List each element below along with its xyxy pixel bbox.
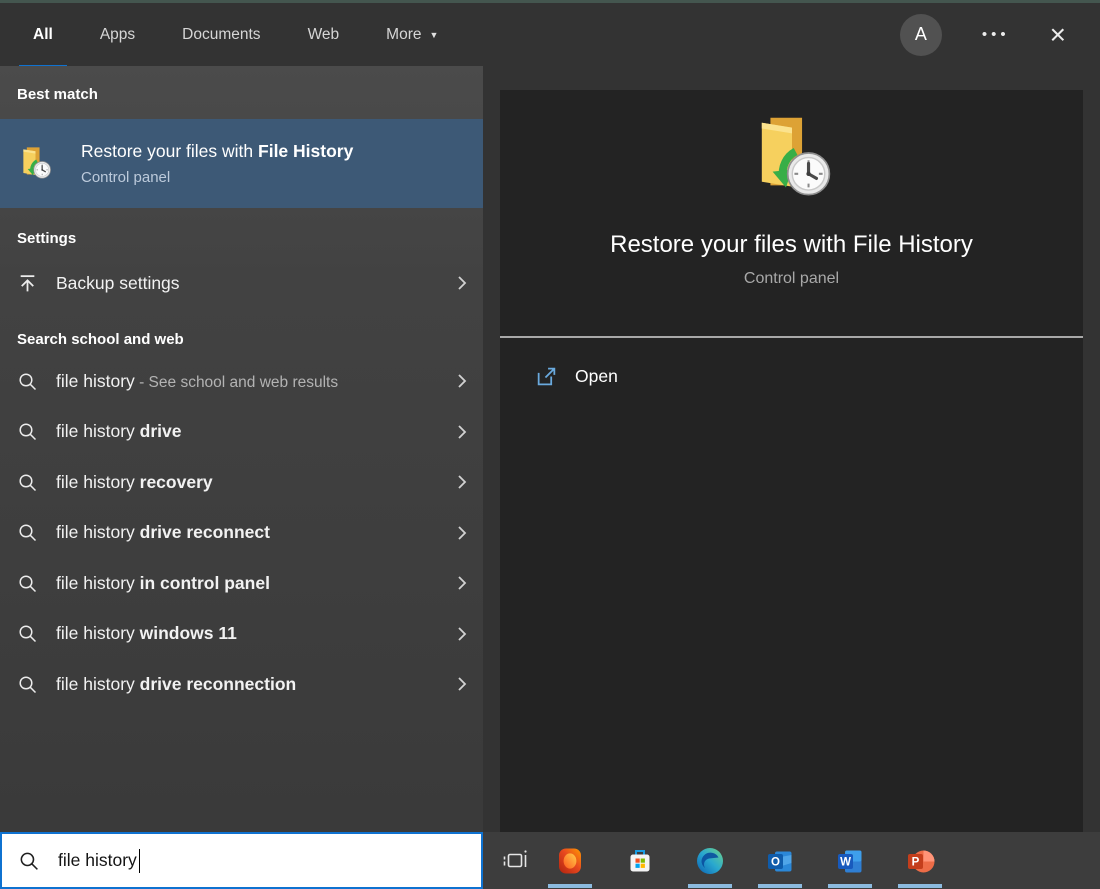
- topbar-controls: A ••• ×: [900, 3, 1100, 66]
- taskbar-outlook-button[interactable]: O: [745, 832, 815, 889]
- web-suggestion[interactable]: file history - See school and web result…: [0, 356, 483, 407]
- web-suggestion[interactable]: file history windows 11: [0, 609, 483, 660]
- best-match-header: Best match: [0, 86, 483, 103]
- tab-apps[interactable]: Apps: [100, 3, 135, 66]
- open-label: Open: [575, 366, 618, 387]
- web-search-header: Search school and web: [0, 331, 483, 348]
- search-query-text: file history: [58, 850, 137, 871]
- running-indicator: [758, 884, 802, 888]
- best-match-result[interactable]: Restore your files with File History Con…: [0, 119, 483, 208]
- running-indicator: [688, 884, 732, 888]
- office-icon: [555, 846, 585, 876]
- preview-subtitle: Control panel: [500, 270, 1083, 288]
- tab-all-label: All: [33, 26, 53, 44]
- microsoft-store-icon: [625, 846, 655, 876]
- chevron-right-icon[interactable]: [457, 373, 467, 389]
- taskbar-powerpoint-button[interactable]: P: [885, 832, 955, 889]
- taskbar-store-button[interactable]: [605, 832, 675, 889]
- web-suggestion[interactable]: file history in control panel: [0, 558, 483, 609]
- word-icon: W: [835, 846, 865, 876]
- search-icon: [17, 623, 39, 644]
- chevron-right-icon[interactable]: [457, 474, 467, 490]
- backup-arrow-icon: [17, 273, 39, 294]
- web-suggestion[interactable]: file history drive reconnection: [0, 659, 483, 710]
- tab-all[interactable]: All: [33, 3, 53, 66]
- tab-web[interactable]: Web: [308, 3, 340, 66]
- edge-icon: [695, 846, 725, 876]
- chevron-right-icon[interactable]: [457, 275, 467, 291]
- svg-text:W: W: [840, 856, 851, 868]
- filter-tabs: All Apps Documents Web More ▼: [0, 3, 438, 66]
- best-match-title-bold: File History: [258, 141, 353, 161]
- chevron-right-icon[interactable]: [457, 626, 467, 642]
- preview-panel: Restore your files with File History Con…: [483, 66, 1100, 832]
- preview-card: Restore your files with File History Con…: [500, 90, 1083, 832]
- search-icon: [18, 850, 40, 872]
- tab-web-label: Web: [308, 26, 340, 44]
- svg-text:P: P: [912, 856, 920, 868]
- tab-documents-label: Documents: [182, 26, 260, 44]
- best-match-title-prefix: Restore your files with: [81, 141, 258, 161]
- taskbar-office-button[interactable]: [535, 832, 605, 889]
- web-suggestion[interactable]: file history recovery: [0, 457, 483, 508]
- search-icon: [17, 573, 39, 594]
- search-icon: [17, 371, 39, 392]
- running-indicator: [828, 884, 872, 888]
- close-icon[interactable]: ×: [1050, 21, 1066, 49]
- avatar[interactable]: A: [900, 14, 942, 56]
- tab-more-label: More: [386, 26, 421, 44]
- text-caret: [139, 849, 141, 873]
- settings-item-backup[interactable]: Backup settings: [0, 255, 483, 311]
- search-icon: [17, 421, 39, 442]
- preview-summary: Restore your files with File History Con…: [500, 90, 1083, 338]
- taskbar-word-button[interactable]: W: [815, 832, 885, 889]
- powerpoint-icon: P: [905, 846, 935, 876]
- chevron-right-icon[interactable]: [457, 575, 467, 591]
- open-external-icon: [535, 365, 558, 388]
- settings-header: Settings: [0, 230, 483, 247]
- results-panel: Best match Restore your files with File …: [0, 66, 483, 832]
- more-options-icon[interactable]: •••: [982, 26, 1010, 43]
- svg-text:O: O: [771, 856, 780, 868]
- chevron-right-icon[interactable]: [457, 525, 467, 541]
- file-history-icon: [746, 112, 838, 204]
- best-match-text: Restore your files with File History Con…: [81, 141, 353, 186]
- web-suggestion[interactable]: file history drive: [0, 407, 483, 458]
- tab-more[interactable]: More ▼: [386, 3, 438, 66]
- taskbar-edge-button[interactable]: [675, 832, 745, 889]
- search-input[interactable]: file history: [0, 832, 483, 889]
- chevron-down-icon: ▼: [429, 30, 438, 40]
- task-view-icon: [501, 848, 529, 874]
- tab-documents[interactable]: Documents: [182, 3, 260, 66]
- task-view-button[interactable]: [495, 832, 535, 889]
- chevron-right-icon[interactable]: [457, 424, 467, 440]
- running-indicator: [548, 884, 592, 888]
- search-filter-bar: All Apps Documents Web More ▼ A ••• ×: [0, 0, 1100, 66]
- running-indicator: [898, 884, 942, 888]
- tab-apps-label: Apps: [100, 26, 135, 44]
- search-icon: [17, 522, 39, 543]
- preview-title: Restore your files with File History: [500, 230, 1083, 260]
- outlook-icon: O: [765, 846, 795, 876]
- settings-item-label: Backup settings: [56, 273, 180, 294]
- avatar-letter: A: [915, 24, 927, 45]
- web-suggestion[interactable]: file history drive reconnect: [0, 508, 483, 559]
- file-history-icon: [17, 145, 54, 182]
- best-match-subtitle: Control panel: [81, 169, 353, 186]
- open-action[interactable]: Open: [500, 338, 1083, 388]
- search-icon: [17, 472, 39, 493]
- chevron-right-icon[interactable]: [457, 676, 467, 692]
- search-flyout: All Apps Documents Web More ▼ A ••• ×: [0, 0, 1100, 889]
- taskbar: O W P: [483, 832, 1100, 889]
- search-icon: [17, 674, 39, 695]
